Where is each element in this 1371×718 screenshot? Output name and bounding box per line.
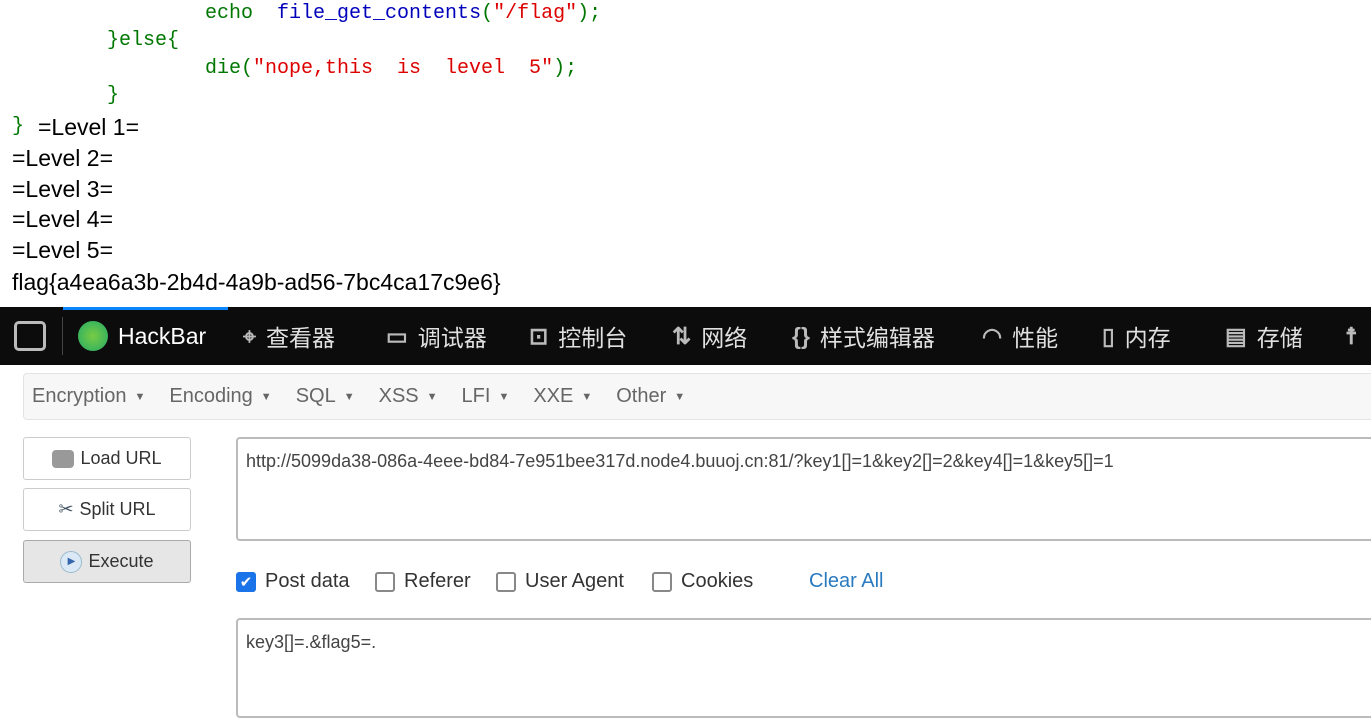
tab-label: 调试器 [417,325,487,351]
pick-element-icon [14,321,46,351]
code-token: file_get_contents [277,2,482,25]
code-token: "/flag" [493,2,578,25]
menu-other[interactable]: Other ▼ [616,385,685,408]
tab-label: 存储 [1256,325,1303,351]
caret-down-icon: ▼ [674,390,686,403]
tab-console[interactable]: ⊡ 控制台 [529,307,627,365]
checkbox-label: User Agent [525,570,624,592]
clear-all-link[interactable]: Clear All [809,570,883,593]
checkbox-box [375,571,395,592]
code-token: ); [577,2,602,25]
checkbox-label: Post data [265,570,350,592]
level-text: =Level 1= [38,114,140,140]
scissors-icon: ✂ [58,499,74,519]
post-data-input[interactable]: key3[]=.&flag5=. [236,618,1371,718]
code-line: die("nope,this is level 5"); [205,57,577,81]
caret-down-icon: ▼ [581,390,593,403]
checkbox-box [652,571,672,592]
tab-performance[interactable]: ◠ 性能 [982,307,1058,365]
tab-network[interactable]: ⇅ 网络 [672,307,747,365]
load-url-button[interactable]: Load URL [23,437,191,480]
tab-inspector[interactable]: ⌖ 查看器 [243,307,335,365]
tab-label: HackBar [118,322,207,349]
split-url-button[interactable]: ✂ Split URL [23,488,191,531]
level-text: =Level 2= [12,145,114,171]
tab-hackbar[interactable]: HackBar [78,307,206,365]
devtools-toolbar: HackBar ⌖ 查看器 ▭ 调试器 ⊡ 控制台 ⇅ 网络 {} 样式编辑器 ◠ 性能 ▯… [0,307,1371,365]
caret-down-icon: ▼ [343,390,355,403]
menu-encryption[interactable]: Encryption ▼ [32,385,145,408]
element-picker-button[interactable] [14,307,46,365]
execute-button[interactable]: ▶ Execute [23,540,191,583]
button-label: Execute [88,551,154,571]
menu-lfi[interactable]: LFI ▼ [462,385,510,408]
tab-label: 样式编辑器 [819,325,935,351]
code-line: } [107,84,120,107]
code-line: } [12,115,25,138]
hackbar-menu: Encryption ▼ Encoding ▼ SQL ▼ XSS ▼ LFI ▼ XXE… [23,373,1371,420]
gauge-icon: ◠ [982,322,1003,349]
menu-label: Encryption [32,385,127,407]
code-token: die( [205,57,254,80]
braces-icon: {} [792,322,810,349]
divider [62,317,63,355]
code-token: ); [553,57,578,80]
checkbox-label: Cookies [681,570,754,592]
caret-down-icon: ▼ [498,390,510,403]
tab-label: 内存 [1124,325,1171,351]
url-input[interactable]: http://5099da38-086a-4eee-bd84-7e951bee3… [236,437,1371,541]
checkmark-icon: ✔ [236,571,256,592]
accessibility-icon: ☨ [1345,322,1358,349]
referer-checkbox[interactable]: Referer [375,570,471,593]
inspector-icon: ⌖ [243,322,256,349]
tab-label: 查看器 [265,325,335,351]
menu-encoding[interactable]: Encoding ▼ [169,385,271,408]
caret-down-icon: ▼ [426,390,438,403]
code-line: }else{ [107,29,180,52]
console-icon: ⊡ [529,322,549,349]
menu-xxe[interactable]: XXE ▼ [533,385,592,408]
code-token: ( [481,2,494,25]
tab-label: 性能 [1012,325,1059,351]
cookies-checkbox[interactable]: Cookies [652,570,753,593]
code-token: "nope,this is level 5" [253,57,554,80]
level-text: =Level 4= [12,206,114,232]
network-icon: ⇅ [672,322,692,349]
tab-label: 控制台 [558,325,628,351]
menu-label: Encoding [169,385,253,407]
button-label: Split URL [79,499,156,519]
flag-text: flag{a4ea6a3b-2b4d-4a9b-ad56-7bc4ca17c9e… [12,269,501,295]
caret-down-icon: ▼ [260,390,272,403]
menu-sql[interactable]: SQL ▼ [296,385,355,408]
menu-xss[interactable]: XSS ▼ [379,385,438,408]
tab-memory[interactable]: ▯ 内存 [1102,307,1171,365]
level-text: =Level 5= [12,237,114,263]
hackbar-logo-icon [78,321,108,351]
checkbox-label: Referer [404,570,471,592]
tab-debugger[interactable]: ▭ 调试器 [386,307,487,365]
debugger-icon: ▭ [386,322,408,349]
play-icon: ▶ [60,550,83,573]
menu-label: XSS [378,385,419,407]
storage-icon: ▤ [1225,322,1247,349]
caret-down-icon: ▼ [134,390,146,403]
tab-label: 网络 [701,325,748,351]
tab-accessibility[interactable]: ☨ [1345,307,1358,365]
menu-label: SQL [295,385,336,407]
memory-chip-icon: ▯ [1102,322,1115,349]
load-icon [52,449,75,468]
post-data-checkbox[interactable]: ✔ Post data [236,570,350,593]
checkbox-box [496,571,516,592]
button-label: Load URL [80,448,162,468]
menu-label: XXE [533,385,574,407]
menu-label: LFI [461,385,491,407]
level-text: =Level 3= [12,176,114,202]
menu-label: Other [616,385,667,407]
code-line: echo file_get_contents("/flag"); [205,2,601,26]
tab-style-editor[interactable]: {} 样式编辑器 [792,307,935,365]
code-token: echo [205,2,254,25]
tab-storage[interactable]: ▤ 存储 [1225,307,1303,365]
user-agent-checkbox[interactable]: User Agent [496,570,624,593]
